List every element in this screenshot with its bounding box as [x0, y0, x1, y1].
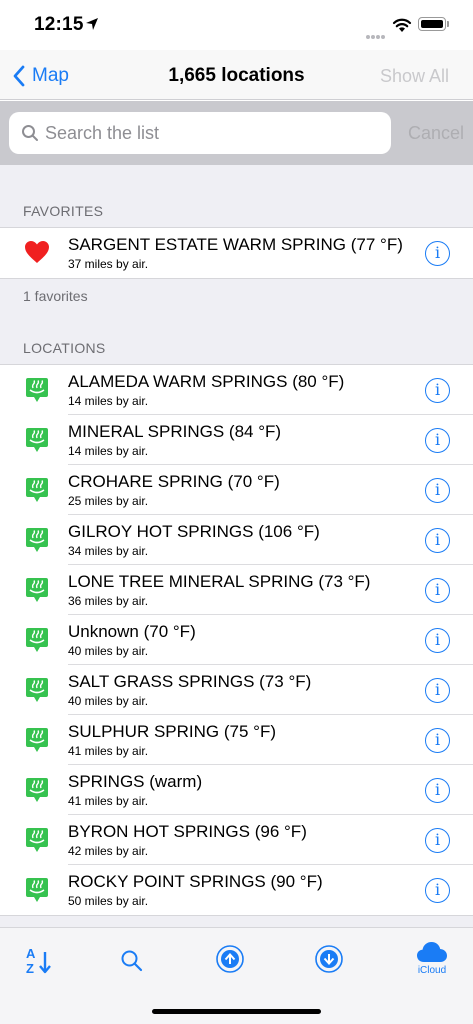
upload-button[interactable] [210, 944, 250, 984]
hot-spring-icon [26, 728, 48, 752]
search-input[interactable] [45, 122, 365, 144]
location-distance: 14 miles by air. [68, 394, 149, 408]
info-button[interactable]: i [425, 241, 450, 266]
search-icon [121, 950, 143, 972]
hot-spring-icon [26, 878, 48, 902]
hot-spring-icon [26, 428, 48, 452]
location-distance: 34 miles by air. [68, 544, 149, 558]
icloud-button[interactable]: iCloud [412, 940, 452, 980]
status-bar: 12:15 [0, 0, 473, 50]
location-distance: 14 miles by air. [68, 444, 149, 458]
favorites-group: SARGENT ESTATE WARM SPRING (77 °F) 37 mi… [0, 227, 473, 279]
location-distance: 36 miles by air. [68, 594, 149, 608]
info-button[interactable]: i [425, 428, 450, 453]
location-title: MINERAL SPRINGS (84 °F) [68, 422, 282, 441]
location-title: SPRINGS (warm) [68, 772, 203, 791]
location-row[interactable]: ALAMEDA WARM SPRINGS (80 °F) 14 miles by … [0, 365, 473, 415]
info-button[interactable]: i [425, 828, 450, 853]
navigation-bar: Map 1,665 locations Show All [0, 50, 473, 100]
icloud-icon [417, 942, 447, 962]
sort-az-icon: A Z [26, 946, 51, 976]
hot-spring-icon [26, 678, 48, 702]
wifi-icon [392, 18, 412, 32]
location-row[interactable]: SULPHUR SPRING (75 °F) 41 miles by air. i [0, 715, 473, 765]
info-button[interactable]: i [425, 778, 450, 803]
info-button[interactable]: i [425, 578, 450, 603]
info-button[interactable]: i [425, 878, 450, 903]
info-button[interactable]: i [425, 678, 450, 703]
location-distance: 40 miles by air. [68, 694, 149, 708]
hot-spring-icon [26, 528, 48, 552]
icloud-label: iCloud [417, 965, 447, 976]
locations-header: LOCATIONS [23, 340, 106, 356]
location-row[interactable]: BYRON HOT SPRINGS (96 °F) 42 miles by air… [0, 815, 473, 865]
svg-text:Z: Z [26, 961, 34, 976]
locations-list[interactable]: FAVORITES SARGENT ESTATE WARM SPRING (77… [0, 165, 473, 927]
location-title: ROCKY POINT SPRINGS (90 °F) [68, 872, 323, 891]
search-bar: Cancel [0, 101, 473, 165]
home-indicator [152, 1009, 321, 1014]
status-time: 12:15 [34, 14, 84, 35]
location-distance: 41 miles by air. [68, 794, 149, 808]
upload-icon [216, 945, 244, 973]
hot-spring-icon [26, 578, 48, 602]
cancel-button[interactable]: Cancel [408, 123, 464, 144]
location-row[interactable]: GILROY HOT SPRINGS (106 °F) 34 miles by a… [0, 515, 473, 565]
location-distance: 50 miles by air. [68, 894, 149, 908]
location-row[interactable]: ROCKY POINT SPRINGS (90 °F) 50 miles by a… [0, 865, 473, 915]
location-title: ALAMEDA WARM SPRINGS (80 °F) [68, 372, 345, 391]
location-row[interactable]: Unknown (70 °F) 40 miles by air. i [0, 615, 473, 665]
favorites-header: FAVORITES [23, 203, 104, 219]
locations-group: ALAMEDA WARM SPRINGS (80 °F) 14 miles by … [0, 364, 473, 916]
location-title: SULPHUR SPRING (75 °F) [68, 722, 277, 741]
download-button[interactable] [309, 944, 349, 984]
battery-icon [418, 17, 446, 31]
hot-spring-icon [26, 378, 48, 402]
hot-spring-icon [26, 778, 48, 802]
location-arrow-icon [86, 18, 98, 30]
location-title: CROHARE SPRING (70 °F) [68, 472, 280, 491]
sort-button[interactable]: A Z [18, 944, 58, 984]
info-button[interactable]: i [425, 728, 450, 753]
hot-spring-icon [26, 478, 48, 502]
search-tab-button[interactable] [112, 944, 152, 984]
location-row[interactable]: CROHARE SPRING (70 °F) 25 miles by air. i [0, 465, 473, 515]
search-icon [22, 125, 38, 141]
hot-spring-icon [26, 828, 48, 852]
location-title: BYRON HOT SPRINGS (96 °F) [68, 822, 307, 841]
location-row[interactable]: LONE TREE MINERAL SPRING (73 °F) 36 miles… [0, 565, 473, 615]
location-distance: 40 miles by air. [68, 644, 149, 658]
location-distance: 25 miles by air. [68, 494, 149, 508]
info-button[interactable]: i [425, 528, 450, 553]
show-all-button[interactable]: Show All [380, 66, 449, 87]
svg-text:A: A [26, 946, 36, 961]
location-distance: 41 miles by air. [68, 744, 149, 758]
search-field[interactable] [9, 112, 391, 154]
location-row[interactable]: MINERAL SPRINGS (84 °F) 14 miles by air. i [0, 415, 473, 465]
heart-icon [25, 241, 49, 263]
location-title: GILROY HOT SPRINGS (106 °F) [68, 522, 320, 541]
hot-spring-icon [26, 628, 48, 652]
cellular-signal-icon [366, 26, 386, 44]
location-distance: 37 miles by air. [68, 257, 149, 271]
location-title: SARGENT ESTATE WARM SPRING (77 °F) [68, 235, 403, 254]
location-title: SALT GRASS SPRINGS (73 °F) [68, 672, 312, 691]
location-title: LONE TREE MINERAL SPRING (73 °F) [68, 572, 371, 591]
location-distance: 42 miles by air. [68, 844, 149, 858]
info-button[interactable]: i [425, 378, 450, 403]
location-row[interactable]: SPRINGS (warm) 41 miles by air. i [0, 765, 473, 815]
info-button[interactable]: i [425, 478, 450, 503]
download-icon [315, 945, 343, 973]
favorite-row[interactable]: SARGENT ESTATE WARM SPRING (77 °F) 37 mi… [0, 228, 473, 278]
location-row[interactable]: SALT GRASS SPRINGS (73 °F) 40 miles by ai… [0, 665, 473, 715]
location-title: Unknown (70 °F) [68, 622, 196, 641]
info-button[interactable]: i [425, 628, 450, 653]
favorites-footer: 1 favorites [23, 288, 88, 304]
